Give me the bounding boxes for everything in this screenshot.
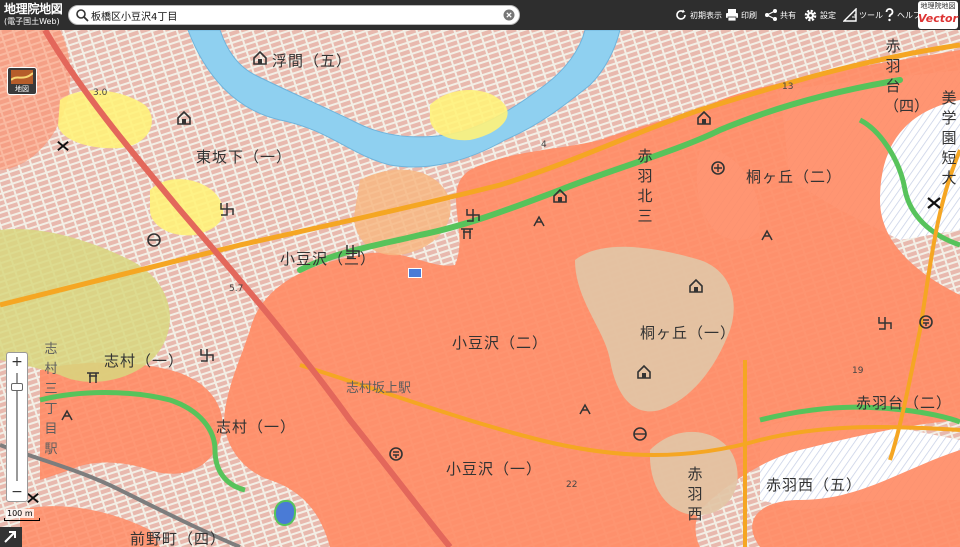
map-thumbnail-icon xyxy=(11,70,33,84)
gear-icon xyxy=(804,9,817,21)
water-tank-icon xyxy=(408,268,422,278)
temple-icon xyxy=(878,317,892,330)
scale-line xyxy=(4,518,40,521)
temple-icon xyxy=(220,203,234,216)
label-bijutsu-college: 美学園短大 xyxy=(941,89,957,187)
label-elevation-4: 4 xyxy=(541,140,547,150)
expand-arrow-icon xyxy=(4,531,16,543)
share-button[interactable]: 共有 xyxy=(764,0,796,30)
top-toolbar: 地理院地図 (電子国土Web) 初期表示 印刷 xyxy=(0,0,960,30)
expand-button[interactable] xyxy=(0,527,22,547)
search-box xyxy=(68,5,520,25)
ruler-icon xyxy=(843,8,857,22)
app-logo[interactable]: 地理院地図 (電子国土Web) xyxy=(4,2,66,28)
label-akabanedai-4: 赤羽台（四） xyxy=(884,37,929,115)
reset-view-button[interactable]: 初期表示 xyxy=(674,0,722,30)
hospital-icon xyxy=(711,161,725,175)
label-shimura-1-north: 志村（一） xyxy=(104,352,185,370)
scale-bar: 100 m xyxy=(4,509,40,521)
label-akabanenishi-5: 赤羽西（五） xyxy=(766,476,863,494)
reset-view-label: 初期表示 xyxy=(690,10,722,20)
label-akabanekita-3: 赤羽北三 xyxy=(637,147,653,225)
tools-label: ツール xyxy=(859,10,883,20)
zoom-control: + − xyxy=(6,352,28,502)
school-icon xyxy=(579,403,591,415)
search-icon[interactable] xyxy=(75,8,89,22)
public-hall-icon xyxy=(637,364,651,379)
pond-icon xyxy=(274,500,296,526)
label-kirigaoka-1: 桐ヶ丘（一） xyxy=(640,324,737,342)
label-shimura3-station: 志村三丁目駅 xyxy=(44,342,58,457)
reset-icon xyxy=(676,9,686,20)
label-azusawa-3: 小豆沢（三） xyxy=(280,250,377,268)
scale-text: 100 m xyxy=(6,509,34,518)
label-ukima-5: 浮間（五） xyxy=(272,52,353,70)
vector-badge-main: Vector xyxy=(918,12,958,25)
label-elevation-19: 19 xyxy=(852,366,864,376)
label-elevation-13: 13 xyxy=(782,82,794,92)
layer-switch-button[interactable]: 地図 xyxy=(7,67,37,95)
public-hall-icon xyxy=(553,188,567,203)
zoom-out-button[interactable]: − xyxy=(7,483,27,501)
label-maenocho-4: 前野町（四） xyxy=(130,530,227,547)
label-azusawa-2: 小豆沢（二） xyxy=(452,334,549,352)
label-akabanedai-2: 赤羽台（二） xyxy=(856,394,953,412)
station-marker-icon xyxy=(27,492,39,504)
public-hall-icon xyxy=(689,278,703,293)
label-shimurasakaue-station: 志村坂上駅 xyxy=(346,381,412,396)
school-icon xyxy=(533,215,545,227)
label-akabanenishi: 赤羽西 xyxy=(687,465,703,523)
zoom-in-button[interactable]: + xyxy=(7,353,27,371)
label-azusawa-1: 小豆沢（一） xyxy=(446,460,543,478)
settings-button[interactable]: 設定 xyxy=(803,0,836,30)
public-hall-icon xyxy=(177,110,191,125)
temple-icon xyxy=(466,209,480,222)
public-hall-icon xyxy=(697,110,711,125)
vector-badge-top: 地理院地図 xyxy=(920,2,956,10)
police-icon xyxy=(147,233,161,247)
clear-icon[interactable] xyxy=(503,9,515,21)
vector-map-badge[interactable]: 地理院地図 Vector xyxy=(918,1,958,29)
help-button[interactable]: ヘルプ xyxy=(884,0,921,30)
label-elevation-5-7: 5.7 xyxy=(229,284,244,294)
label-kirigaoka-2: 桐ヶ丘（二） xyxy=(746,168,843,186)
post-office-icon xyxy=(389,447,403,461)
station-marker-icon xyxy=(57,140,69,152)
print-button[interactable]: 印刷 xyxy=(725,0,757,30)
label-higashisakashita-1: 東坂下（一） xyxy=(196,148,293,166)
map-canvas[interactable]: 浮間（五） 東坂下（一） 小豆沢（三） 小豆沢（二） 小豆沢（一） 志村（一） … xyxy=(0,30,960,547)
zoom-slider-handle[interactable] xyxy=(11,383,23,391)
settings-label: 設定 xyxy=(820,10,836,20)
school-icon xyxy=(761,229,773,241)
temple-icon xyxy=(200,349,214,362)
printer-icon xyxy=(726,9,738,22)
logo-subtitle: (電子国土Web) xyxy=(4,17,60,26)
label-shimura-1-south: 志村（一） xyxy=(216,418,297,436)
search-input[interactable] xyxy=(91,7,491,23)
share-label: 共有 xyxy=(780,10,796,20)
label-elevation-3-0: 3.0 xyxy=(93,88,108,98)
post-office-icon xyxy=(919,315,933,329)
logo-title: 地理院地図 xyxy=(4,2,63,16)
help-icon xyxy=(885,8,894,22)
label-elevation-22: 22 xyxy=(566,480,578,490)
school-icon xyxy=(61,409,73,421)
police-icon xyxy=(633,427,647,441)
temple-icon xyxy=(346,245,360,258)
layer-switch-label: 地図 xyxy=(15,85,29,93)
public-hall-icon xyxy=(253,50,267,65)
share-icon xyxy=(765,9,777,21)
shrine-icon xyxy=(87,372,99,383)
shrine-icon xyxy=(461,228,473,239)
station-marker-icon xyxy=(927,197,941,209)
print-label: 印刷 xyxy=(741,10,757,20)
tools-button[interactable]: ツール xyxy=(843,0,883,30)
